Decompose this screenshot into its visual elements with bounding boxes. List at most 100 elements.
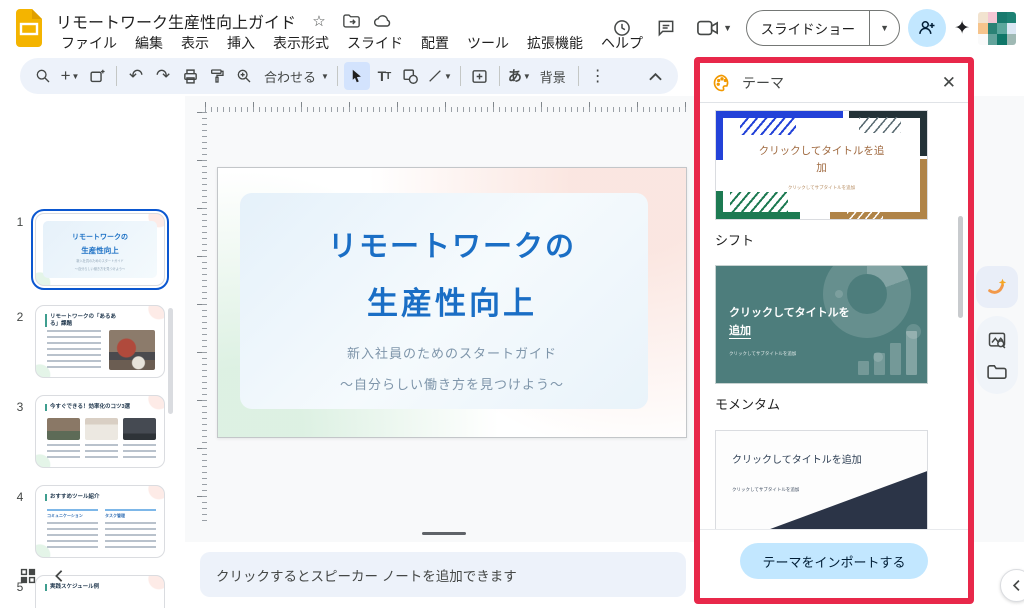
avatar[interactable]: [978, 12, 1016, 45]
collapse-panel-button[interactable]: [1000, 569, 1024, 602]
version-history-icon[interactable]: [604, 10, 640, 46]
filmstrip-scrollbar[interactable]: [168, 308, 173, 414]
theme-panel: テーマ ✕ クリックしてタイトルを追加 クリックしてサブタイトルを追加 シフト: [694, 57, 974, 604]
thumb-bullets: [47, 330, 101, 370]
menu-tools[interactable]: ツール: [458, 31, 518, 55]
select-cursor-icon[interactable]: [344, 62, 370, 90]
paint-format-icon[interactable]: [204, 62, 230, 90]
toolbar-separator: [337, 66, 338, 86]
thumb-column-title: タスク管理: [105, 513, 156, 519]
text-box-icon[interactable]: TT: [371, 62, 397, 90]
slide-title-line1[interactable]: リモートワークの: [328, 223, 576, 265]
slide-number: 3: [12, 400, 28, 414]
avatar-pixel: [978, 34, 988, 45]
menu-extensions[interactable]: 拡張機能: [518, 31, 592, 55]
more-options-icon[interactable]: ⋮: [585, 62, 611, 90]
meet-camera-icon[interactable]: ▼: [692, 10, 738, 46]
menu-format[interactable]: 表示形式: [264, 31, 338, 55]
side-rail: [976, 316, 1018, 394]
theme-placeholder-subtitle: クリックしてサブタイトルを追加: [732, 487, 799, 493]
image-search-icon[interactable]: [987, 330, 1007, 350]
speaker-notes[interactable]: クリックするとスピーカー ノートを追加できます: [200, 552, 686, 597]
print-icon[interactable]: [177, 62, 203, 90]
collapse-toolbar-icon[interactable]: [642, 62, 668, 90]
slide-title-line2[interactable]: 生産性向上: [367, 278, 537, 323]
addon-icon: [986, 276, 1008, 298]
avatar-pixel: [1007, 23, 1017, 34]
slideshow-button[interactable]: スライドショー ▼: [746, 10, 901, 46]
theme-option-shift[interactable]: クリックしてタイトルを追加 クリックしてサブタイトルを追加: [715, 110, 928, 220]
import-theme-button[interactable]: テーマをインポートする: [740, 543, 927, 579]
redo-icon[interactable]: ↷: [150, 62, 176, 90]
avatar-pixel: [988, 34, 998, 45]
chevron-left-icon: [1012, 579, 1021, 592]
thumb-column: コミュニケーション: [47, 509, 98, 551]
menu-view[interactable]: 表示: [172, 31, 218, 55]
add-slide-button[interactable]: +▼: [57, 62, 83, 90]
new-slide-layout-icon[interactable]: [84, 62, 110, 90]
avatar-pixel: [978, 23, 988, 34]
avatar-pixel: [997, 34, 1007, 45]
theme-placeholder-subtitle: クリックしてサブタイトルを追加: [716, 185, 927, 191]
shape-icon[interactable]: [398, 62, 424, 90]
font-menu[interactable]: あ▼: [506, 62, 533, 90]
menu-slide[interactable]: スライド: [338, 31, 412, 55]
insert-placeholder-icon[interactable]: [467, 62, 493, 90]
comments-icon[interactable]: [648, 10, 684, 46]
avatar-pixel: [997, 12, 1007, 23]
addon-button[interactable]: [976, 266, 1018, 308]
search-icon[interactable]: [30, 62, 56, 90]
cloud-saved-icon[interactable]: [374, 12, 392, 30]
thumb-heading: 実践スケジュール例: [45, 584, 99, 591]
slide-number: 4: [12, 490, 28, 504]
fit-zoom-select[interactable]: 合わせる▼: [258, 62, 331, 90]
speaker-notes-placeholder: クリックするとスピーカー ノートを追加できます: [216, 565, 517, 585]
google-slides-logo[interactable]: [16, 9, 44, 47]
thumb-heading: 今すぐできる！効率化のコツ3選: [45, 404, 130, 411]
slide-editor[interactable]: リモートワークの 生産性向上 新入社員のためのスタートガイド ～自分らしい働き方…: [217, 167, 687, 438]
undo-icon[interactable]: ↶: [123, 62, 149, 90]
slide-subtitle-line1[interactable]: 新入社員のためのスタートガイド: [347, 343, 557, 362]
slide-subtitle-line2[interactable]: ～自分らしい働き方を見つけよう～: [340, 374, 564, 393]
slide-thumbnail-4[interactable]: おすすめツール紹介 コミュニケーション タスク管理: [35, 485, 165, 558]
filmstrip: 1 リモートワークの 生産性向上 新入社員のためのスタートガイド ～自分らしい働…: [0, 100, 185, 560]
avatar-pixel: [988, 23, 998, 34]
slide-thumbnail-3[interactable]: 今すぐできる！効率化のコツ3選: [35, 395, 165, 468]
document-title[interactable]: リモートワーク生産性向上ガイド: [56, 9, 296, 33]
menu-insert[interactable]: 挿入: [218, 31, 264, 55]
theme-option-momentum[interactable]: クリックしてタイトルを 追加 クリックしてサブタイトルを追加: [715, 265, 928, 384]
gemini-icon[interactable]: ✦: [954, 17, 970, 40]
horizontal-ruler: [205, 102, 689, 112]
menu-arrange[interactable]: 配置: [412, 31, 458, 55]
background-button[interactable]: 背景: [534, 62, 572, 90]
theme-decoration: [835, 290, 843, 298]
slideshow-label[interactable]: スライドショー: [747, 11, 870, 45]
theme-placeholder-subtitle: クリックしてサブタイトルを追加: [729, 351, 796, 357]
collapse-filmstrip-icon[interactable]: [54, 569, 64, 583]
notes-resize-handle[interactable]: [422, 532, 466, 535]
line-icon[interactable]: ▼: [425, 62, 454, 90]
close-icon[interactable]: ✕: [942, 73, 956, 93]
zoom-in-icon[interactable]: [231, 62, 257, 90]
folder-icon[interactable]: [987, 364, 1007, 380]
theme-list-scrollbar[interactable]: [958, 216, 963, 318]
star-icon[interactable]: ☆: [310, 12, 328, 30]
theme-placeholder-title: クリックしてタイトルを追加: [732, 451, 862, 466]
thumb-caption: [47, 444, 80, 460]
grid-view-icon[interactable]: [20, 568, 36, 584]
menu-edit[interactable]: 編集: [126, 31, 172, 55]
avatar-pixel: [1007, 34, 1017, 45]
menu-file[interactable]: ファイル: [52, 31, 126, 55]
toolbar-separator: [499, 66, 500, 86]
toolbar-separator: [460, 66, 461, 86]
slideshow-dropdown[interactable]: ▼: [869, 11, 899, 45]
thumb-caption: [85, 444, 118, 460]
theme-option-3[interactable]: クリックしてタイトルを追加 クリックしてサブタイトルを追加: [715, 430, 928, 529]
theme-panel-header: テーマ ✕: [700, 63, 968, 103]
theme-list: クリックしてタイトルを追加 クリックしてサブタイトルを追加 シフト クリックして…: [700, 103, 968, 529]
share-button[interactable]: [908, 9, 946, 47]
avatar-pixel: [1007, 12, 1017, 23]
slide-thumbnail-2[interactable]: リモートワークの「あるある」課題: [35, 305, 165, 378]
slide-number: 1: [12, 215, 28, 229]
move-folder-icon[interactable]: [342, 12, 360, 30]
